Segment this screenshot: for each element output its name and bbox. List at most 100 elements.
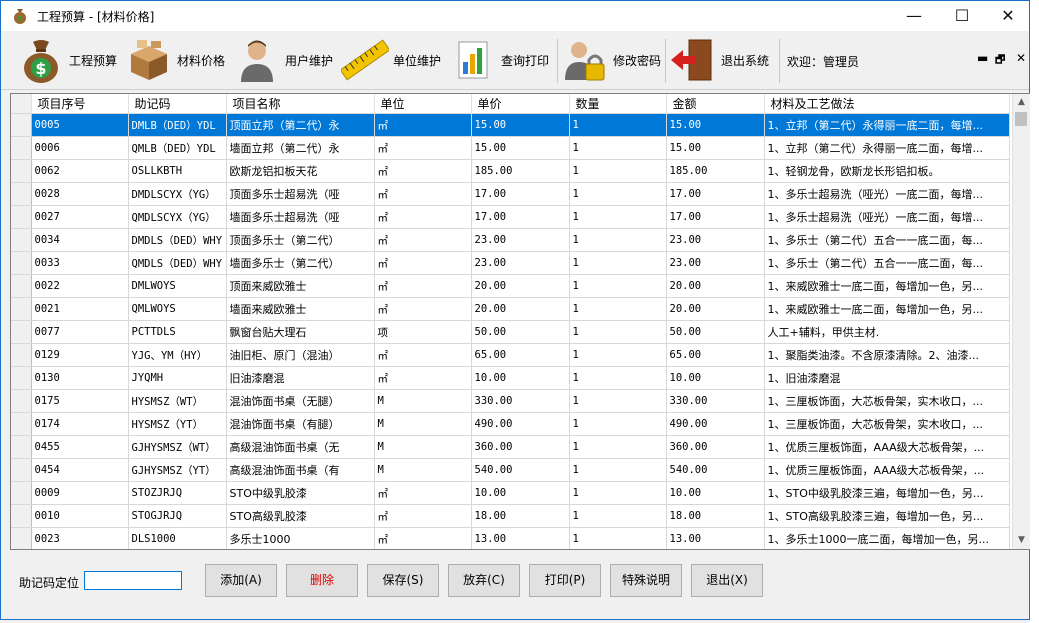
row-indicator[interactable] [11, 228, 32, 252]
cell-unit[interactable]: ㎡ [374, 274, 472, 298]
cell-unit[interactable]: ㎡ [374, 205, 472, 229]
cell-mnemonic[interactable]: DMLB（DED）YDL [128, 113, 227, 137]
cell-unit[interactable]: M [374, 389, 472, 413]
toolbar-budget-button[interactable]: $ 工程预算 [17, 35, 117, 85]
cell-amount[interactable]: 15.00 [666, 113, 765, 137]
cell-item-name[interactable]: 墙面多乐士（第二代） [226, 251, 375, 275]
cell-unit[interactable]: 项 [374, 320, 472, 344]
cell-amount[interactable]: 50.00 [666, 320, 765, 344]
cell-amount[interactable]: 185.00 [666, 159, 765, 183]
special-note-button[interactable]: 特殊说明 [610, 564, 682, 597]
discard-button[interactable]: 放弃(C) [448, 564, 520, 597]
column-header-amount[interactable]: 金额 [666, 94, 765, 114]
cell-mnemonic[interactable]: DLS1000 [128, 527, 227, 549]
cell-process[interactable]: 1、STO中级乳胶漆三遍，每增加一色，另... [764, 481, 1010, 505]
cell-mnemonic[interactable]: GJHYSMSZ（YT） [128, 458, 227, 482]
cell-amount[interactable]: 10.00 [666, 481, 765, 505]
cell-mnemonic[interactable]: OSLLKBTH [128, 159, 227, 183]
cell-unit-price[interactable]: 13.00 [471, 527, 570, 549]
cell-process[interactable]: 1、多乐士1000一底二面，每增加一色，另... [764, 527, 1010, 549]
table-row[interactable]: 0062 OSLLKBTH 欧斯龙铝扣板天花㎡ 185.00 1 185.00 1、轻钢龙骨… [11, 159, 1010, 183]
cell-unit[interactable]: ㎡ [374, 481, 472, 505]
cell-mnemonic[interactable]: DMLWOYS [128, 274, 227, 298]
material-price-grid[interactable]: 项目序号 助记码 项目名称 单位 单价 数量 金额 材料及工艺做法 0005 DM… [10, 93, 1031, 550]
cell-mnemonic[interactable]: GJHYSMSZ（WT） [128, 435, 227, 459]
column-header-quantity[interactable]: 数量 [569, 94, 667, 114]
cell-process[interactable]: 1、STO高级乳胶漆三遍，每增加一色，另... [764, 504, 1010, 528]
cell-unit-price[interactable]: 540.00 [471, 458, 570, 482]
table-row[interactable]: 0034 DMDLS（DED）WHY 顶面多乐士（第二代）㎡ 23.00 1 23.00 1… [11, 228, 1010, 252]
cell-item-no[interactable]: 0077 [31, 320, 129, 344]
cell-unit[interactable]: ㎡ [374, 297, 472, 321]
cell-mnemonic[interactable]: PCTTDLS [128, 320, 227, 344]
table-row[interactable]: 0028 DMDLSCYX（YG） 顶面多乐士超易洗（哑㎡ 17.00 1 17.00 1、… [11, 182, 1010, 206]
cell-item-name[interactable]: 顶面来威欧雅士 [226, 274, 375, 298]
cell-unit[interactable]: ㎡ [374, 159, 472, 183]
cell-process[interactable]: 1、来威欧雅士一底二面，每增加一色，另... [764, 274, 1010, 298]
cell-item-no[interactable]: 0006 [31, 136, 129, 160]
cell-unit-price[interactable]: 10.00 [471, 481, 570, 505]
cell-process[interactable]: 1、聚脂类油漆。不含原漆清除。2、油漆... [764, 343, 1010, 367]
cell-item-name[interactable]: 多乐士1000 [226, 527, 375, 549]
cell-item-no[interactable]: 0062 [31, 159, 129, 183]
cell-item-no[interactable]: 0009 [31, 481, 129, 505]
row-indicator[interactable] [11, 159, 32, 183]
cell-item-no[interactable]: 0174 [31, 412, 129, 436]
cell-unit[interactable]: ㎡ [374, 251, 472, 275]
cell-quantity[interactable]: 1 [569, 297, 667, 321]
minimize-button[interactable]: — [891, 1, 937, 31]
cell-unit[interactable]: ㎡ [374, 228, 472, 252]
cell-amount[interactable]: 20.00 [666, 274, 765, 298]
cell-unit[interactable]: ㎡ [374, 343, 472, 367]
cell-unit-price[interactable]: 50.00 [471, 320, 570, 344]
row-indicator[interactable] [11, 435, 32, 459]
table-row[interactable]: 0023 DLS1000 多乐士1000 ㎡ 13.00 1 13.00 1、多乐士1000一… [11, 527, 1010, 549]
table-row[interactable]: 0009 STOZJRJQ STO中级乳胶漆㎡ 10.00 1 10.00 1、STO中级乳… [11, 481, 1010, 505]
cell-process[interactable]: 人工+辅料，甲供主材. [764, 320, 1010, 344]
row-indicator[interactable] [11, 458, 32, 482]
title-bar[interactable]: $ 工程预算 - [材料价格] — ☐ ✕ [1, 1, 1029, 31]
column-header-item-no[interactable]: 项目序号 [31, 94, 129, 114]
cell-amount[interactable]: 65.00 [666, 343, 765, 367]
cell-process[interactable]: 1、多乐士超易洗（哑光）一底二面，每增... [764, 205, 1010, 229]
table-row[interactable]: 0174 HYSMSZ（YT） 混油饰面书桌（有腿） M 490.00 1 490.00 1、… [11, 412, 1010, 436]
cell-quantity[interactable]: 1 [569, 412, 667, 436]
cell-mnemonic[interactable]: DMDLSCYX（YG） [128, 182, 227, 206]
row-indicator[interactable] [11, 366, 32, 390]
cell-process[interactable]: 1、轻钢龙骨，欧斯龙长形铝扣板。 [764, 159, 1010, 183]
scroll-up-icon[interactable]: ▲ [1013, 94, 1030, 111]
cell-item-no[interactable]: 0010 [31, 504, 129, 528]
cell-amount[interactable]: 20.00 [666, 297, 765, 321]
cell-unit-price[interactable]: 17.00 [471, 182, 570, 206]
cell-quantity[interactable]: 1 [569, 527, 667, 549]
table-row[interactable]: 0021 QMLWOYS 墙面来威欧雅士㎡ 20.00 1 20.00 1、来威欧雅士一底二… [11, 297, 1010, 321]
cell-item-name[interactable]: 高级混油饰面书桌（有 [226, 458, 375, 482]
cell-unit-price[interactable]: 20.00 [471, 274, 570, 298]
cell-unit-price[interactable]: 20.00 [471, 297, 570, 321]
toolbar-user-maintain-button[interactable]: 用户维护 [233, 35, 333, 85]
cell-process[interactable]: 1、三厘板饰面，大芯板骨架，实木收口，... [764, 412, 1010, 436]
cell-mnemonic[interactable]: YJG、YM（HY） [128, 343, 227, 367]
cell-quantity[interactable]: 1 [569, 458, 667, 482]
cell-item-no[interactable]: 0034 [31, 228, 129, 252]
cell-process[interactable]: 1、多乐士超易洗（哑光）一底二面，每增... [764, 182, 1010, 206]
cell-process[interactable]: 1、来威欧雅士一底二面，每增加一色，另... [764, 297, 1010, 321]
cell-process[interactable]: 1、多乐士（第二代）五合一一底二面，每... [764, 251, 1010, 275]
row-indicator[interactable] [11, 251, 32, 275]
cell-item-name[interactable]: STO高级乳胶漆 [226, 504, 375, 528]
table-row[interactable]: 0454 GJHYSMSZ（YT） 高级混油饰面书桌（有 M 540.00 1 540.00… [11, 458, 1010, 482]
cell-item-name[interactable]: 油旧柜、原门（混油） [226, 343, 375, 367]
cell-item-name[interactable]: STO中级乳胶漆 [226, 481, 375, 505]
column-header-unit-price[interactable]: 单价 [471, 94, 570, 114]
cell-process[interactable]: 1、优质三厘板饰面，AAA级大芯板骨架，... [764, 458, 1010, 482]
cell-unit-price[interactable]: 18.00 [471, 504, 570, 528]
table-row[interactable]: 0033 QMDLS（DED）WHY 墙面多乐士（第二代）㎡ 23.00 1 23.00 1… [11, 251, 1010, 275]
cell-process[interactable]: 1、多乐士（第二代）五合一一底二面，每... [764, 228, 1010, 252]
vertical-scrollbar[interactable]: ▲ ▼ [1012, 94, 1030, 549]
table-row[interactable]: 0006 QMLB（DED）YDL 墙面立邦（第二代）永㎡ 15.00 1 15.00 1、… [11, 136, 1010, 160]
cell-quantity[interactable]: 1 [569, 435, 667, 459]
cell-mnemonic[interactable]: QMDLSCYX（YG） [128, 205, 227, 229]
cell-unit[interactable]: ㎡ [374, 504, 472, 528]
mdi-minimize-icon[interactable]: ▬ [977, 51, 988, 65]
cell-mnemonic[interactable]: QMLB（DED）YDL [128, 136, 227, 160]
